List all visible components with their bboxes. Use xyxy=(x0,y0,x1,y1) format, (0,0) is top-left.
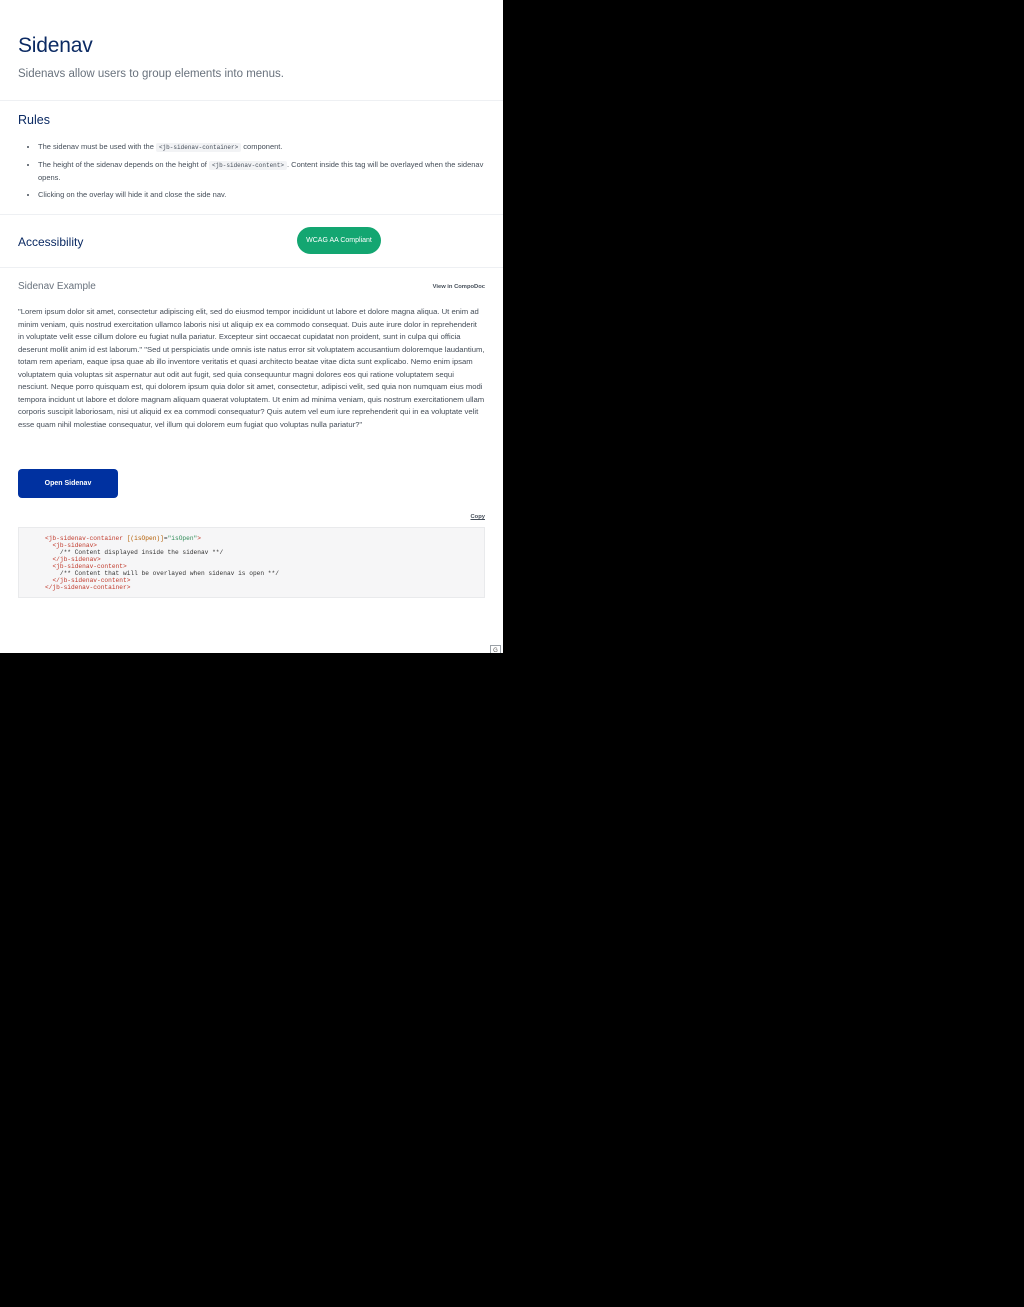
code-token: <jb-sidenav-content> xyxy=(52,563,127,570)
code-line: /** Content that will be overlayed when … xyxy=(45,570,484,577)
page-subtitle: Sidenavs allow users to group elements i… xyxy=(18,68,284,80)
example-header: Sidenav Example View in CompoDoc xyxy=(0,268,503,298)
code-line: </jb-sidenav> xyxy=(45,556,484,563)
wcag-badge: WCAG AA Compliant xyxy=(297,227,381,254)
code-token: </jb-sidenav> xyxy=(52,556,101,563)
code-line: /** Content displayed inside the sidenav… xyxy=(45,549,484,556)
code-line: <jb-sidenav-container [(isOpen)]="isOpen… xyxy=(45,535,484,542)
rules-title: Rules xyxy=(18,113,50,127)
copy-code-link[interactable]: Copy xyxy=(471,514,486,520)
rule-item: The sidenav must be used with the <jb-si… xyxy=(38,141,485,155)
code-line: <jb-sidenav-content> xyxy=(45,563,484,570)
view-in-compodoc-link[interactable]: View in CompoDoc xyxy=(433,284,485,290)
code-line: <jb-sidenav> xyxy=(45,542,484,549)
rules-list: The sidenav must be used with the <jb-si… xyxy=(18,141,485,201)
open-sidenav-button[interactable]: Open Sidenav xyxy=(18,469,118,498)
page-title: Sidenav xyxy=(18,34,93,57)
rules-section: Rules The sidenav must be used with the … xyxy=(0,101,503,215)
code-line: </jb-sidenav-container> xyxy=(45,584,484,591)
rule-item: The height of the sidenav depends on the… xyxy=(38,159,485,185)
accessibility-section: Accessibility WCAG AA Compliant xyxy=(0,215,503,268)
rule-text: Clicking on the overlay will hide it and… xyxy=(38,189,227,199)
example-body-text: "Lorem ipsum dolor sit amet, consectetur… xyxy=(18,307,485,429)
code-snippet: <jb-sidenav-container [(isOpen)]="isOpen… xyxy=(18,527,485,598)
rule-text: The height of the sidenav depends on the… xyxy=(38,159,209,169)
rule-text: component. xyxy=(241,142,283,151)
code-token: <jb-sidenav> xyxy=(52,542,97,549)
inline-code: <jb-sidenav-container> xyxy=(155,143,242,152)
code-line: </jb-sidenav-content> xyxy=(45,577,484,584)
code-block: <jb-sidenav-container [(isOpen)]="isOpen… xyxy=(19,528,484,591)
code-token: </jb-sidenav-container> xyxy=(45,584,131,591)
code-token: [(isOpen)] xyxy=(126,535,164,542)
page-header: Sidenav Sidenavs allow users to group el… xyxy=(0,0,503,101)
code-token: "isOpen" xyxy=(167,535,198,542)
accessibility-title: Accessibility xyxy=(18,235,84,249)
corner-widget[interactable]: G xyxy=(490,645,501,653)
code-token: /** Content displayed inside the sidenav… xyxy=(59,549,224,556)
docs-page: Sidenav Sidenavs allow users to group el… xyxy=(0,0,503,653)
example-title: Sidenav Example xyxy=(18,281,96,292)
rule-text: The sidenav must be used with the xyxy=(38,142,156,151)
rule-item: Clicking on the overlay will hide it and… xyxy=(38,189,485,202)
code-token: <jb-sidenav-container xyxy=(45,535,123,542)
inline-code: <jb-sidenav-content> xyxy=(208,160,287,170)
code-token: </jb-sidenav-content> xyxy=(52,577,131,584)
code-token: > xyxy=(197,535,201,542)
code-token: /** Content that will be overlayed when … xyxy=(59,570,279,577)
